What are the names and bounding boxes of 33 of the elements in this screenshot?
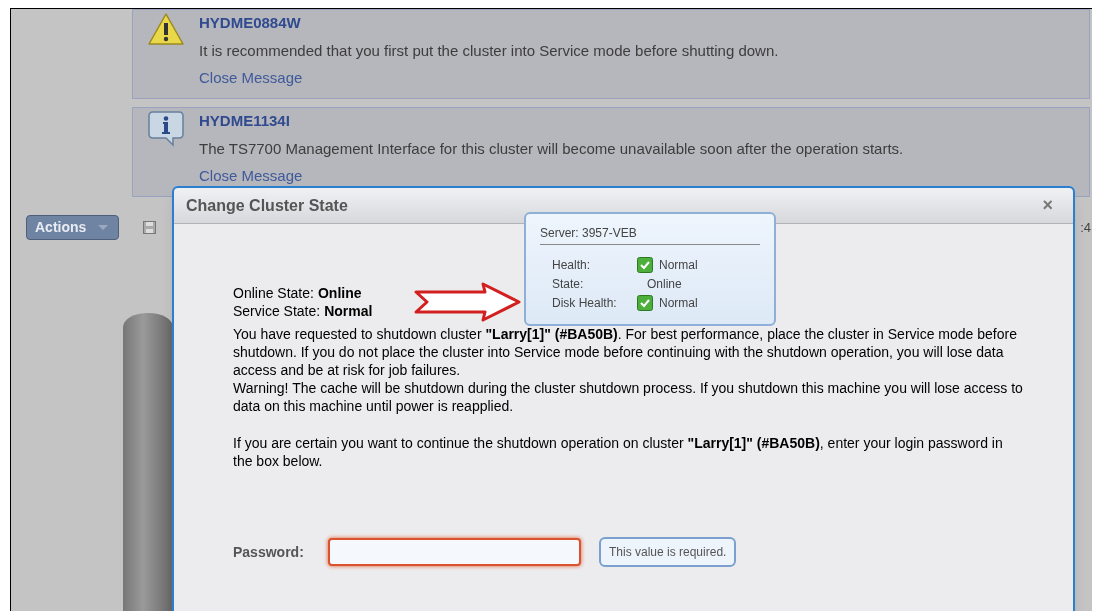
state-label: Online State:: [233, 284, 314, 302]
password-field[interactable]: [328, 538, 581, 566]
close-message-link[interactable]: Close Message: [199, 165, 303, 188]
info-icon: [147, 110, 185, 148]
save-icon[interactable]: [143, 221, 156, 234]
message-text: It is recommended that you first put the cluster into Service mode before shutting down.: [199, 40, 779, 61]
dialog-paragraph: Warning! The cache will be shutdown during the cluster shutdown process. If you shutdown this machine you will lose access to data on this machine until power is reapplied.: [233, 379, 1023, 415]
server-field-label: Disk Health:: [552, 294, 618, 312]
message-code: HYDME0884W: [199, 13, 302, 33]
close-button[interactable]: ×: [1042, 192, 1053, 219]
time-text: :4: [1080, 218, 1091, 237]
password-label: Password:: [233, 543, 305, 561]
server-title: Server: 3957-VEB: [540, 224, 760, 245]
server-field-label: Health:: [552, 256, 592, 274]
state-value: Normal: [324, 302, 373, 320]
checkmark-icon: [637, 256, 653, 273]
server-field-value: Normal: [659, 294, 698, 312]
actions-button[interactable]: Actions: [26, 215, 119, 240]
message-text: The TS7700 Management Interface for this cluster will become unavailable soon after the operation starts.: [199, 138, 904, 159]
close-message-link[interactable]: Close Message: [199, 67, 303, 90]
dialog-paragraph: If you are certain you want to continue the shutdown operation on cluster "Larry[1]" (#BA50B), enter your login password in the box below.: [233, 434, 1004, 470]
dialog-paragraph: You have requested to shutdown cluster "Larry[1]" (#BA50B). For best performance, place the cluster in Service mode before shutdown. If you do not place the cluster into Service mode before continuing with the shutdown operation, you will lose data access and be at risk for job failures.: [233, 325, 1018, 379]
error-tooltip: This value is required.: [599, 537, 737, 567]
state-value: Online: [317, 284, 362, 302]
message-code: HYDME1134I: [199, 111, 291, 131]
server-field-label: State:: [552, 275, 585, 293]
checkmark-icon: [637, 294, 653, 311]
dialog-title: Change Cluster State: [186, 195, 348, 216]
caret-icon: [98, 225, 109, 230]
server-field-value: Online: [647, 275, 682, 293]
warning-icon: [147, 12, 185, 46]
state-label: Service State:: [233, 302, 321, 320]
server-field-value: Normal: [659, 256, 698, 274]
